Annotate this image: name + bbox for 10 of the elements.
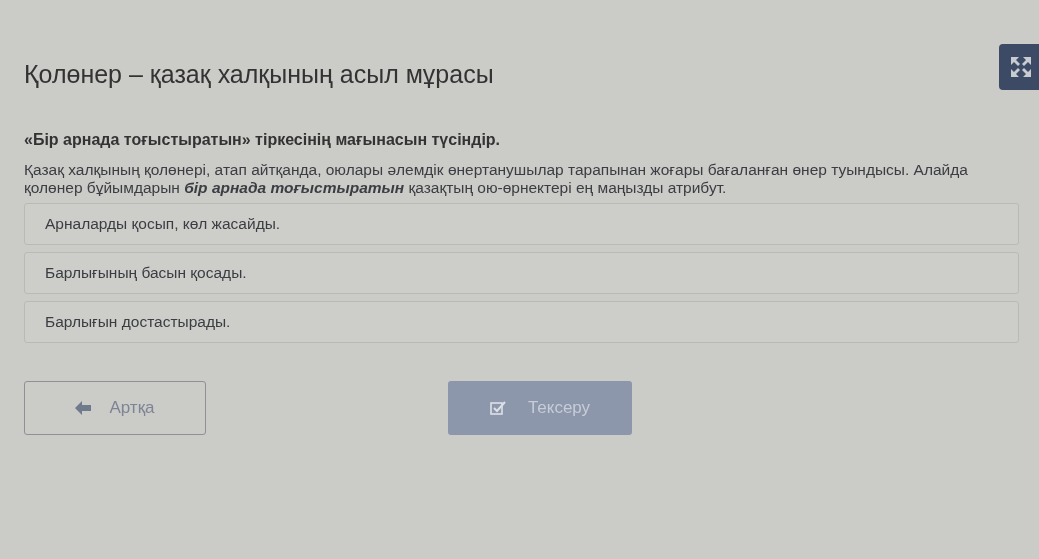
expand-icon — [1009, 55, 1033, 79]
checkbox-icon — [489, 400, 506, 416]
question-text: «Бір арнада тоғыстыратын» тіркесінің мағынасын түсіндір. — [24, 131, 502, 149]
page-title: Қолөнер – қазақ халқының асыл мұрасы — [24, 59, 495, 89]
answer-option[interactable]: Барлығының басын қосады. — [24, 252, 1019, 294]
passage-text: Қазақ халқының қолөнері, атап айтқанда, оюлары әлемдік өнертанушылар тарапынан жоғары бағаланған өнер туындысы. Алайда қолөнер бұйымдарын бір арнада тоғыстыратын қазақтың ою-өрнектері ең маңызды атрибут. — [24, 161, 969, 197]
fullscreen-button[interactable] — [999, 44, 1039, 90]
answer-option[interactable]: Арналарды қосып, көл жасайды. — [24, 203, 1019, 245]
arrow-left-icon — [75, 401, 92, 415]
answer-option[interactable]: Барлығын достастырады. — [24, 301, 1019, 343]
